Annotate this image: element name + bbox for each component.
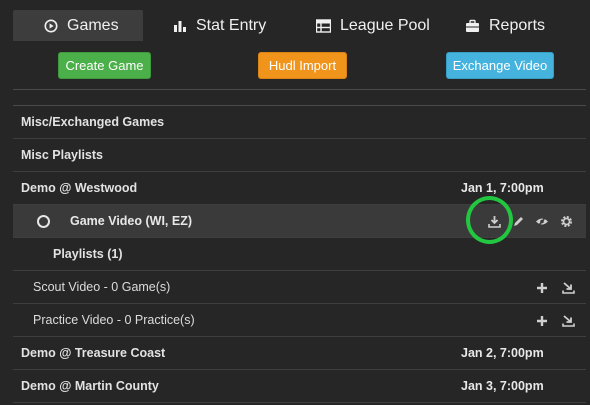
tab-label: Games — [67, 16, 119, 34]
select-radio[interactable] — [37, 214, 50, 228]
tab-games[interactable]: Games — [13, 10, 143, 41]
list-spacer — [13, 90, 586, 106]
misc-exchanged-games-row[interactable]: Misc/Exchanged Games — [13, 106, 586, 139]
playlist-actions — [529, 304, 581, 337]
game-row-martin-county[interactable]: Demo @ Martin County Jan 3, 7:00pm — [13, 370, 586, 403]
game-row-treasure-coast[interactable]: Demo @ Treasure Coast Jan 2, 7:00pm — [13, 337, 586, 370]
playlists-heading-row[interactable]: Playlists (1) — [13, 238, 586, 271]
playlist-row-practice[interactable]: Practice Video - 0 Practice(s) — [13, 304, 586, 337]
briefcase-icon — [465, 19, 480, 33]
game-video-actions — [482, 205, 578, 238]
hudl-import-button[interactable]: Hudl Import — [258, 52, 347, 79]
playlists-heading: Playlists (1) — [53, 247, 123, 261]
row-title: Misc Playlists — [21, 148, 103, 162]
playlist-label: Practice Video - 0 Practice(s) — [33, 313, 195, 327]
playlist-row-scout[interactable]: Scout Video - 0 Game(s) — [13, 271, 586, 304]
game-title: Demo @ Westwood — [21, 181, 138, 195]
tab-label: Reports — [489, 16, 546, 34]
playlist-label: Scout Video - 0 Game(s) — [33, 280, 171, 294]
edit-icon[interactable] — [506, 215, 530, 228]
game-row-westwood[interactable]: Demo @ Westwood Jan 1, 7:00pm — [13, 172, 586, 205]
row-title: Misc/Exchanged Games — [21, 115, 165, 129]
download-icon[interactable] — [482, 215, 506, 228]
misc-playlists-row[interactable]: Misc Playlists — [13, 139, 586, 172]
main-tabs: Games Stat Entry League Pool Reports — [13, 10, 590, 41]
play-circle-icon — [44, 19, 58, 33]
tab-league-pool[interactable]: League Pool — [288, 10, 433, 41]
playlist-actions — [529, 271, 581, 304]
grid-list-icon — [316, 18, 331, 33]
export-icon[interactable] — [555, 314, 581, 327]
bar-chart-icon — [173, 19, 187, 33]
game-video-row[interactable]: Game Video (WI, EZ) — [13, 205, 586, 238]
plus-icon[interactable] — [529, 315, 555, 327]
game-title: Demo @ Martin County — [21, 379, 159, 393]
tab-label: Stat Entry — [196, 16, 267, 34]
plus-icon[interactable] — [529, 282, 555, 294]
game-video-title: Game Video (WI, EZ) — [70, 214, 193, 228]
game-date: Jan 2, 7:00pm — [461, 346, 544, 360]
export-icon[interactable] — [555, 281, 581, 294]
create-game-button[interactable]: Create Game — [58, 52, 151, 79]
tab-stat-entry[interactable]: Stat Entry — [143, 10, 288, 41]
games-list: Misc/Exchanged Games Misc Playlists Demo… — [13, 89, 586, 403]
hide-eye-icon[interactable] — [530, 215, 554, 228]
game-date: Jan 3, 7:00pm — [461, 379, 544, 393]
tab-label: League Pool — [340, 16, 430, 34]
game-title: Demo @ Treasure Coast — [21, 346, 166, 360]
game-date: Jan 1, 7:00pm — [461, 181, 544, 195]
tab-reports[interactable]: Reports — [433, 10, 573, 41]
gear-icon[interactable] — [554, 215, 578, 228]
exchange-video-button[interactable]: Exchange Video — [446, 52, 554, 79]
